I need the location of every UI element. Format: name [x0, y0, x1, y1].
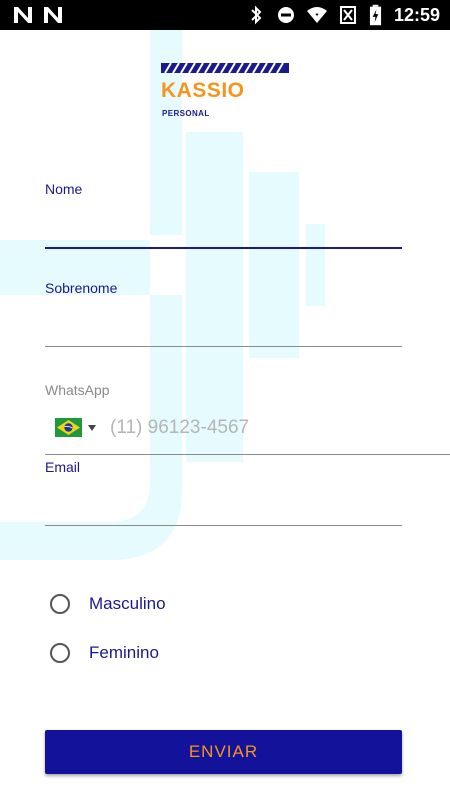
- email-field: Email: [45, 459, 402, 529]
- enviar-button[interactable]: ENVIAR: [45, 730, 402, 774]
- radio-circle-icon[interactable]: [50, 594, 70, 614]
- logo-brand: KASSIO: [161, 79, 245, 102]
- sobrenome-label: Sobrenome: [45, 280, 118, 296]
- battery-charging-icon: [369, 4, 382, 26]
- radio-circle-icon[interactable]: [50, 643, 70, 663]
- whatsapp-label: WhatsApp: [45, 382, 110, 398]
- n-notification-icon: [44, 7, 62, 23]
- email-underline: [45, 525, 402, 526]
- clock: 12:59: [393, 4, 440, 25]
- sobrenome-input[interactable]: [45, 310, 402, 340]
- whatsapp-field: WhatsApp: [45, 382, 450, 457]
- brazil-flag-icon: [55, 418, 82, 437]
- nome-underline: [45, 247, 402, 249]
- email-input[interactable]: [45, 489, 402, 519]
- logo-subtitle: PERSONAL: [162, 109, 210, 118]
- nome-input[interactable]: [45, 211, 402, 241]
- chevron-down-icon: [88, 424, 96, 431]
- sobrenome-underline: [45, 346, 402, 347]
- radio-masculino[interactable]: Masculino: [50, 594, 166, 614]
- country-code-selector[interactable]: [55, 418, 96, 437]
- whatsapp-underline: [45, 454, 450, 455]
- nome-label: Nome: [45, 181, 83, 197]
- sobrenome-field: Sobrenome: [45, 280, 402, 350]
- status-bar: 12:59: [0, 0, 450, 30]
- kassio-logo: KASSIO PERSONAL: [161, 63, 291, 119]
- no-sim-icon: [339, 6, 356, 24]
- bluetooth-icon: [251, 5, 262, 25]
- do-not-disturb-icon: [277, 7, 294, 23]
- radio-feminino[interactable]: Feminino: [50, 643, 159, 663]
- status-left-icons: [12, 5, 64, 25]
- whatsapp-phone-input[interactable]: [110, 412, 440, 444]
- wifi-icon: [306, 7, 327, 23]
- nome-field: Nome: [45, 181, 402, 251]
- n-notification-icon: [14, 7, 32, 23]
- email-label: Email: [45, 459, 81, 475]
- radio-feminino-label[interactable]: Feminino: [89, 643, 159, 663]
- logo-stripes-icon: [161, 63, 289, 73]
- radio-masculino-label[interactable]: Masculino: [89, 594, 166, 614]
- status-right-icons: 12:59: [247, 4, 440, 26]
